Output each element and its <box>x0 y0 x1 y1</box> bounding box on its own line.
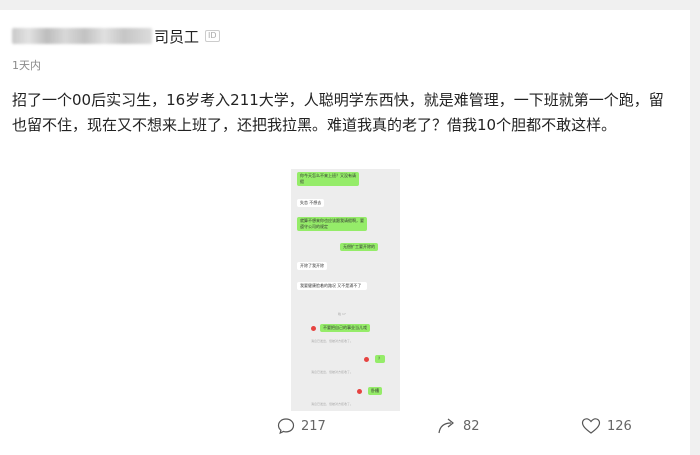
error-icon <box>311 326 316 331</box>
chat-message: 失恋 不想去 <box>297 199 325 207</box>
comment-count: 217 <box>301 418 326 434</box>
chat-screenshot[interactable]: 你今天怎么不来上班？又没有请假 失恋 不想去 就算不想来你也应该跟我请假啊，要遵… <box>291 169 400 411</box>
like-button[interactable]: 126 <box>581 416 632 436</box>
system-notice: 消息已发出，但被对方拒收了。 <box>311 339 354 343</box>
redacted-name <box>12 28 152 44</box>
like-count: 126 <box>607 418 632 434</box>
chat-message: 开除了我开除 <box>297 262 327 270</box>
comment-icon <box>277 418 295 435</box>
id-badge: ID <box>205 30 220 42</box>
repost-button[interactable]: 82 <box>437 416 480 436</box>
repost-count: 82 <box>463 418 480 434</box>
chat-message: 卧槽 <box>368 387 382 395</box>
chat-message: 我要健康脸着的路况 又不是涌不了 <box>297 282 367 290</box>
chat-time: 晚 17 <box>338 312 346 316</box>
comment-button[interactable]: 217 <box>277 416 326 436</box>
post-text: 招了一个00后实习生，16岁考入211大学，人聪明学东西快，就是难管理，一下班就… <box>12 91 664 134</box>
repost-icon <box>438 418 454 434</box>
chat-message: 就算不想来你也应该跟我请假啊，要遵守公司的规定 <box>297 217 367 231</box>
system-notice: 消息已发出，但被对方拒收了。 <box>311 402 354 406</box>
error-icon <box>364 357 369 362</box>
error-icon <box>357 389 362 394</box>
chat-message: 你今天怎么不来上班？又没有请假 <box>297 172 359 186</box>
post-time: 1天内 <box>12 59 41 72</box>
chat-message: 不要把自己的事业当儿戏 <box>320 324 370 332</box>
chat-message: ？ <box>375 355 385 363</box>
system-notice: 消息已发出，但被对方拒收了。 <box>311 370 354 374</box>
chat-message: 无偿扩工要开除的 <box>340 243 378 251</box>
heart-icon <box>581 418 601 434</box>
author-name[interactable]: 司员工 ID <box>12 26 220 46</box>
